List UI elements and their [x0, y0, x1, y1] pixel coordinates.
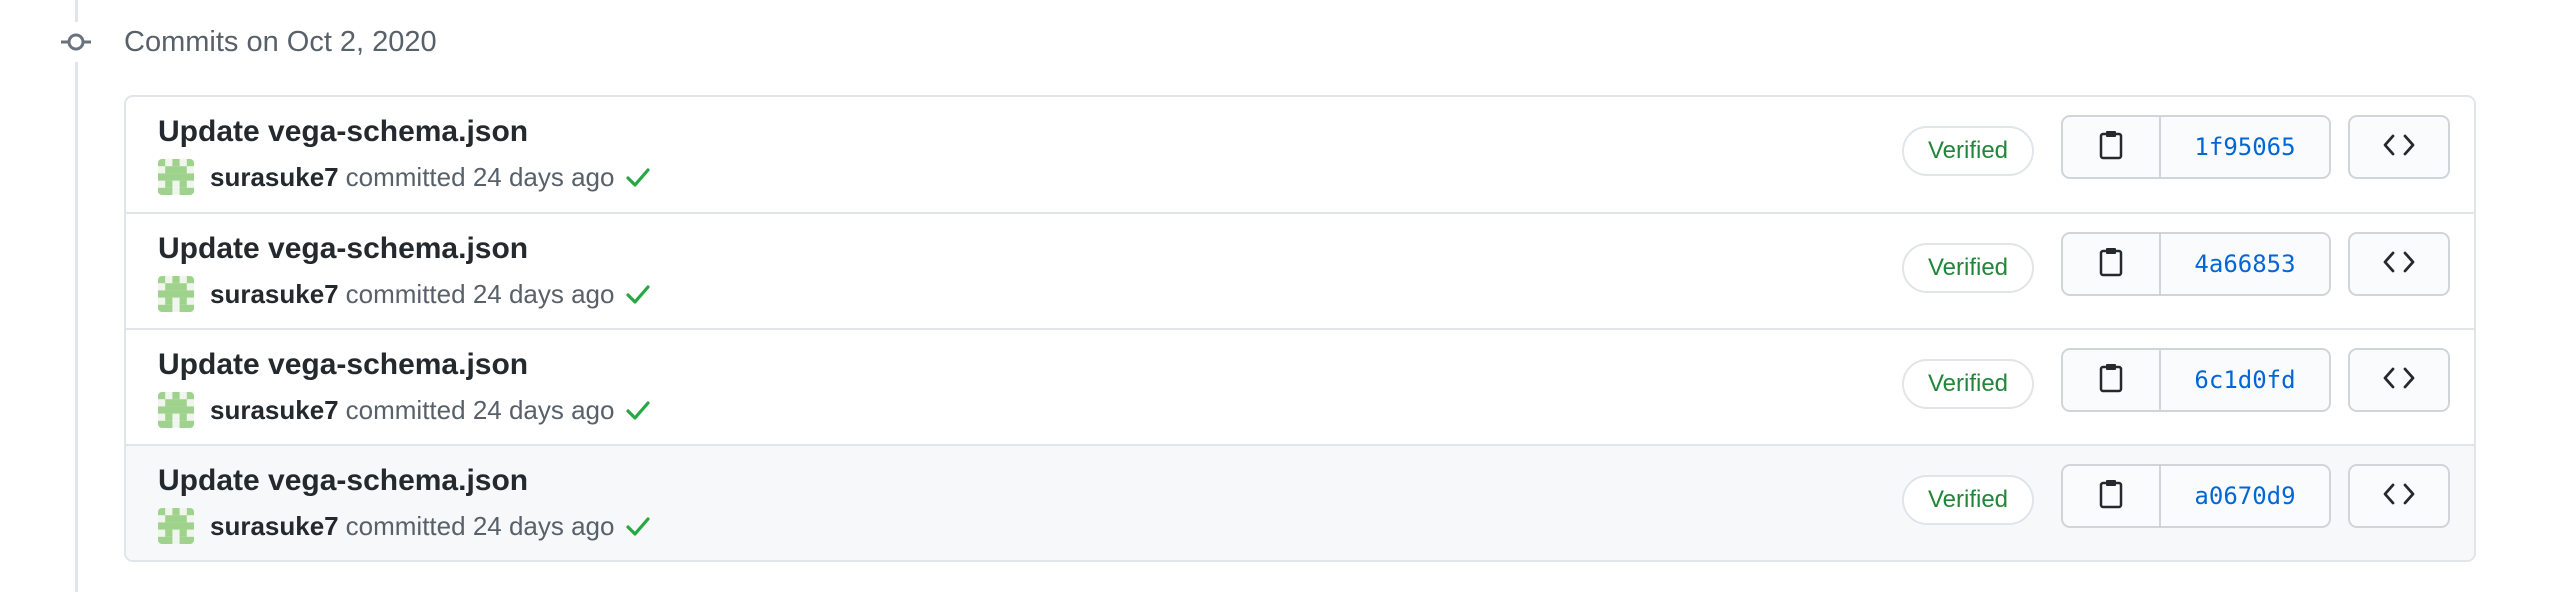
- verified-badge[interactable]: Verified: [1902, 359, 2034, 409]
- avatar[interactable]: [158, 276, 194, 312]
- clipboard-icon: [2098, 363, 2124, 398]
- commits-page: Commits on Oct 2, 2020 Update vega-schem…: [0, 0, 2576, 592]
- verified-badge[interactable]: Verified: [1902, 243, 2034, 293]
- avatar[interactable]: [158, 392, 194, 428]
- commit-group-header: Commits on Oct 2, 2020: [56, 18, 437, 66]
- commit-row: Update vega-schema.json surasuke7 commit…: [126, 328, 2474, 444]
- avatar[interactable]: [158, 159, 194, 195]
- commit-author-link[interactable]: surasuke7: [210, 395, 339, 426]
- sha-button-group: 6c1d0fd: [2061, 348, 2331, 412]
- commit-title-link[interactable]: Update vega-schema.json: [158, 348, 528, 382]
- sha-button-group: 1f95065: [2061, 115, 2331, 179]
- commit-title-link[interactable]: Update vega-schema.json: [158, 115, 528, 149]
- git-commit-icon: [56, 22, 96, 62]
- commit-time: 24 days ago: [472, 161, 615, 192]
- sha-button-group: 4a66853: [2061, 232, 2331, 296]
- code-icon: [2382, 482, 2416, 511]
- commit-sha-link[interactable]: 4a66853: [2161, 234, 2329, 294]
- commit-list: Update vega-schema.json surasuke7 commit…: [124, 95, 2476, 562]
- code-icon: [2382, 366, 2416, 395]
- check-icon[interactable]: [624, 396, 652, 424]
- commit-sha-link[interactable]: 6c1d0fd: [2161, 350, 2329, 410]
- commit-title-link[interactable]: Update vega-schema.json: [158, 232, 528, 266]
- sha-button-group: a0670d9: [2061, 464, 2331, 528]
- commit-meta: surasuke7 committed 24 days ago: [158, 392, 652, 428]
- browse-repo-button[interactable]: [2348, 464, 2450, 528]
- copy-sha-button[interactable]: [2063, 234, 2161, 294]
- verified-badge[interactable]: Verified: [1902, 126, 2034, 176]
- timeline-line: [75, 0, 78, 592]
- clipboard-icon: [2098, 247, 2124, 282]
- copy-sha-button[interactable]: [2063, 350, 2161, 410]
- commit-group-title: Commits on Oct 2, 2020: [124, 25, 437, 58]
- commit-action: committed: [345, 510, 466, 541]
- verified-badge[interactable]: Verified: [1902, 475, 2034, 525]
- browse-repo-button[interactable]: [2348, 232, 2450, 296]
- commit-title-link[interactable]: Update vega-schema.json: [158, 464, 528, 498]
- clipboard-icon: [2098, 130, 2124, 165]
- commit-time: 24 days ago: [472, 510, 615, 541]
- commit-author-link[interactable]: surasuke7: [210, 162, 339, 193]
- commit-time: 24 days ago: [472, 278, 615, 309]
- commit-meta: surasuke7 committed 24 days ago: [158, 508, 652, 544]
- commit-author-link[interactable]: surasuke7: [210, 511, 339, 542]
- commit-sha-link[interactable]: a0670d9: [2161, 466, 2329, 526]
- copy-sha-button[interactable]: [2063, 117, 2161, 177]
- commit-action: committed: [345, 394, 466, 425]
- clipboard-icon: [2098, 479, 2124, 514]
- copy-sha-button[interactable]: [2063, 466, 2161, 526]
- avatar[interactable]: [158, 508, 194, 544]
- code-icon: [2382, 250, 2416, 279]
- commit-action: committed: [345, 278, 466, 309]
- commit-row: Update vega-schema.json surasuke7 commit…: [126, 97, 2474, 212]
- check-icon[interactable]: [624, 512, 652, 540]
- commit-meta: surasuke7 committed 24 days ago: [158, 276, 652, 312]
- code-icon: [2382, 133, 2416, 162]
- check-icon[interactable]: [624, 163, 652, 191]
- commit-action: committed: [345, 161, 466, 192]
- commit-row: Update vega-schema.json surasuke7 commit…: [126, 212, 2474, 328]
- commit-row: Update vega-schema.json surasuke7 commit…: [126, 444, 2474, 560]
- browse-repo-button[interactable]: [2348, 115, 2450, 179]
- commit-author-link[interactable]: surasuke7: [210, 279, 339, 310]
- commit-meta: surasuke7 committed 24 days ago: [158, 159, 652, 195]
- browse-repo-button[interactable]: [2348, 348, 2450, 412]
- check-icon[interactable]: [624, 280, 652, 308]
- commit-time: 24 days ago: [472, 394, 615, 425]
- commit-sha-link[interactable]: 1f95065: [2161, 117, 2329, 177]
